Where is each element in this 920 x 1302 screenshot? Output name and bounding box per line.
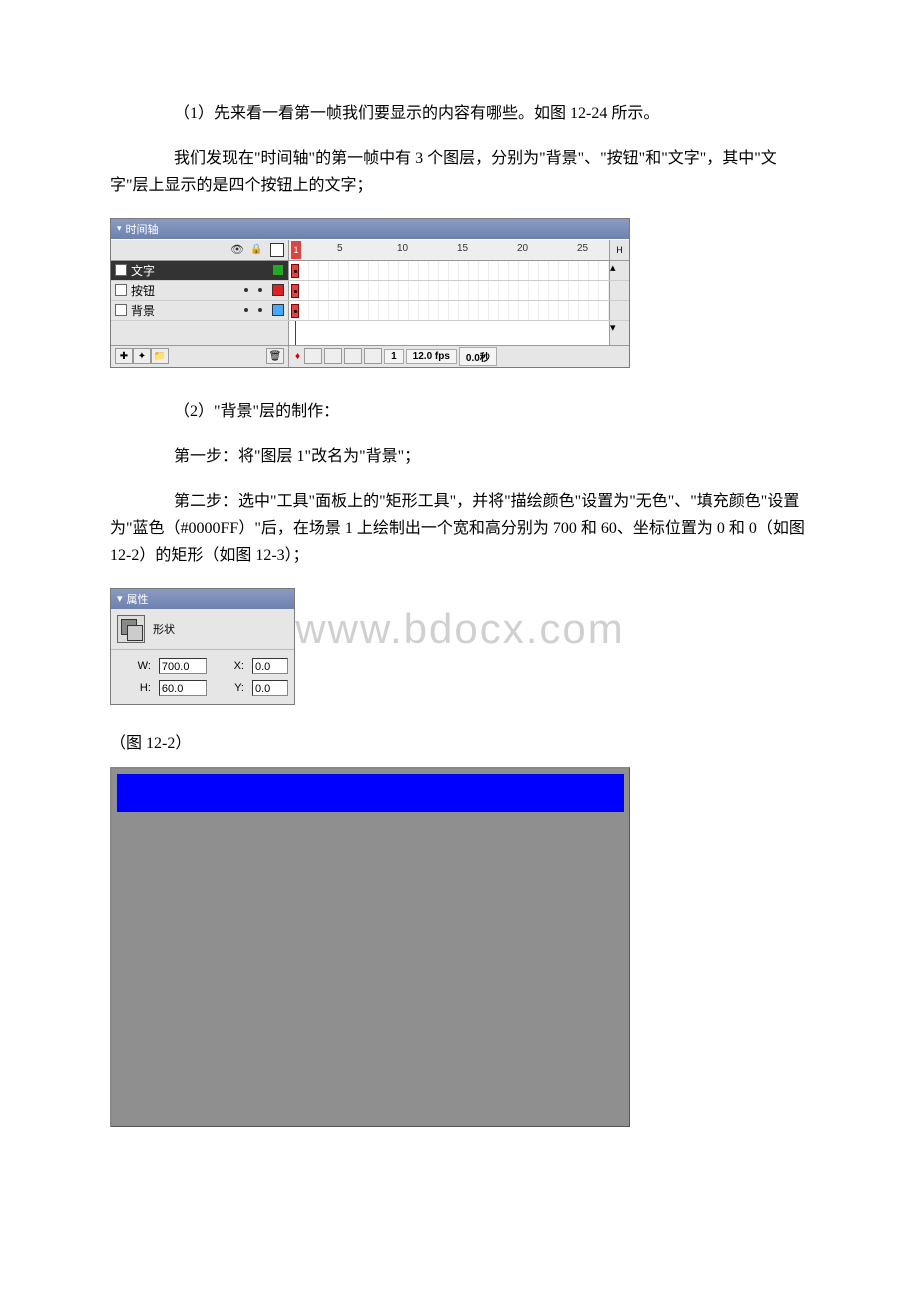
playhead-marker-icon: ♦ [291, 351, 304, 362]
timeline-panel: ▾ 时间轴 1 5 10 15 20 25 H 文字 [110, 218, 630, 368]
paragraph-4: 第一步：将"图层 1"改名为"背景"； [110, 443, 810, 470]
timeline-title: 时间轴 [126, 221, 159, 237]
onion-outline-button[interactable] [344, 348, 362, 364]
properties-panel: ▾ 属性 形状 W: 700.0 X: 0.0 H: 60.0 Y: 0.0 [110, 588, 295, 705]
add-guide-button[interactable]: ✦ [133, 348, 151, 364]
ruler-tick: 25 [577, 243, 588, 254]
keyframe[interactable] [291, 304, 299, 318]
props-type-row: 形状 [111, 609, 294, 650]
layer-label: 文字 [131, 262, 155, 279]
layer-icon [115, 284, 127, 296]
layer-frames[interactable] [289, 261, 609, 280]
layer-list: 文字 ▴ 按钮 [111, 261, 629, 321]
y-input[interactable]: 0.0 [252, 680, 288, 696]
elapsed-time: 0.0秒 [459, 347, 497, 366]
center-frame-button[interactable] [304, 348, 322, 364]
ruler-end-button[interactable]: H [609, 240, 629, 260]
properties-titlebar[interactable]: ▾ 属性 [111, 589, 294, 609]
timeline-spacer: ▾ [111, 321, 629, 345]
height-label: H: [117, 682, 153, 694]
pencil-icon [226, 263, 234, 277]
add-layer-button[interactable]: ✚ [115, 348, 133, 364]
x-label: X: [213, 660, 246, 672]
document-page: （1）先来看一看第一帧我们要显示的内容有哪些。如图 12-24 所示。 我们发现… [0, 0, 920, 1227]
eye-icon[interactable] [230, 243, 244, 257]
paragraph-2: 我们发现在"时间轴"的第一帧中有 3 个图层，分别为"背景"、"按钮"和"文字"… [110, 145, 810, 199]
playhead-frame1[interactable]: 1 [291, 241, 301, 259]
layer-row-background[interactable]: 背景 [111, 301, 629, 321]
lock-icon[interactable] [250, 243, 264, 257]
layer-label: 按钮 [131, 282, 155, 299]
keyframe[interactable] [291, 284, 299, 298]
layer-frames[interactable] [289, 281, 609, 300]
canvas-preview [110, 767, 630, 1127]
lock-dot[interactable] [258, 288, 262, 292]
add-folder-button[interactable]: 📁 [151, 348, 169, 364]
x-input[interactable]: 0.0 [252, 658, 288, 674]
timeline-footer: ✚ ✦ 📁 🗑 ♦ 1 12.0 fps 0.0秒 [111, 345, 629, 367]
layer-color-swatch[interactable] [272, 284, 284, 296]
layer-name-cell[interactable]: 背景 [111, 301, 289, 320]
scroll-track[interactable] [609, 281, 629, 300]
ruler-tick: 5 [337, 243, 343, 254]
props-fields: W: 700.0 X: 0.0 H: 60.0 Y: 0.0 [111, 650, 294, 704]
frame-rate: 12.0 fps [406, 349, 457, 364]
lock-dot[interactable] [258, 268, 262, 272]
blue-rectangle [117, 774, 624, 812]
properties-title: 属性 [127, 591, 149, 607]
shape-type-label: 形状 [153, 621, 175, 637]
layer-name-cell[interactable]: 按钮 [111, 281, 289, 300]
y-label: Y: [213, 682, 246, 694]
paragraph-5: 第二步：选中"工具"面板上的"矩形工具"，并将"描绘颜色"设置为"无色"、"填充… [110, 488, 810, 570]
layer-color-swatch[interactable] [272, 304, 284, 316]
layer-row-button[interactable]: 按钮 [111, 281, 629, 301]
layer-label: 背景 [131, 302, 155, 319]
shape-icon [117, 615, 145, 643]
frame-ruler[interactable]: 1 5 10 15 20 25 [289, 240, 609, 260]
scroll-down-button[interactable]: ▾ [609, 321, 629, 345]
delete-layer-button[interactable]: 🗑 [266, 348, 284, 364]
current-frame: 1 [384, 349, 404, 364]
layer-icon [115, 304, 127, 316]
visibility-dot[interactable] [244, 308, 248, 312]
layer-name-cell[interactable]: 文字 [111, 261, 289, 280]
layer-header-icons [111, 240, 289, 260]
scroll-up-button[interactable]: ▴ [609, 261, 629, 280]
visibility-dot[interactable] [244, 288, 248, 292]
figure-label: （图 12-2） [110, 729, 810, 753]
edit-multiple-button[interactable] [364, 348, 382, 364]
timeline-titlebar[interactable]: ▾ 时间轴 [111, 219, 629, 239]
timeline-header: 1 5 10 15 20 25 H [111, 239, 629, 261]
collapse-arrow-icon: ▾ [117, 592, 123, 605]
onion-skin-button[interactable] [324, 348, 342, 364]
ruler-tick: 20 [517, 243, 528, 254]
ruler-tick: 15 [457, 243, 468, 254]
ruler-tick: 10 [397, 243, 408, 254]
collapse-arrow-icon: ▾ [117, 223, 122, 234]
visibility-dot[interactable] [244, 268, 248, 272]
playhead-line [295, 321, 296, 345]
keyframe[interactable] [291, 264, 299, 278]
lock-dot[interactable] [258, 308, 262, 312]
outline-icon[interactable] [270, 243, 284, 257]
width-input[interactable]: 700.0 [159, 658, 207, 674]
paragraph-1: （1）先来看一看第一帧我们要显示的内容有哪些。如图 12-24 所示。 [110, 100, 810, 127]
timeline-status: ♦ 1 12.0 fps 0.0秒 [289, 347, 629, 366]
paragraph-3: （2）"背景"层的制作： [110, 398, 810, 425]
width-label: W: [117, 660, 153, 672]
scroll-track[interactable] [609, 301, 629, 320]
layer-row-text[interactable]: 文字 ▴ [111, 261, 629, 281]
layer-icon [115, 264, 127, 276]
height-input[interactable]: 60.0 [159, 680, 207, 696]
layer-frames[interactable] [289, 301, 609, 320]
layer-color-swatch[interactable] [272, 264, 284, 276]
